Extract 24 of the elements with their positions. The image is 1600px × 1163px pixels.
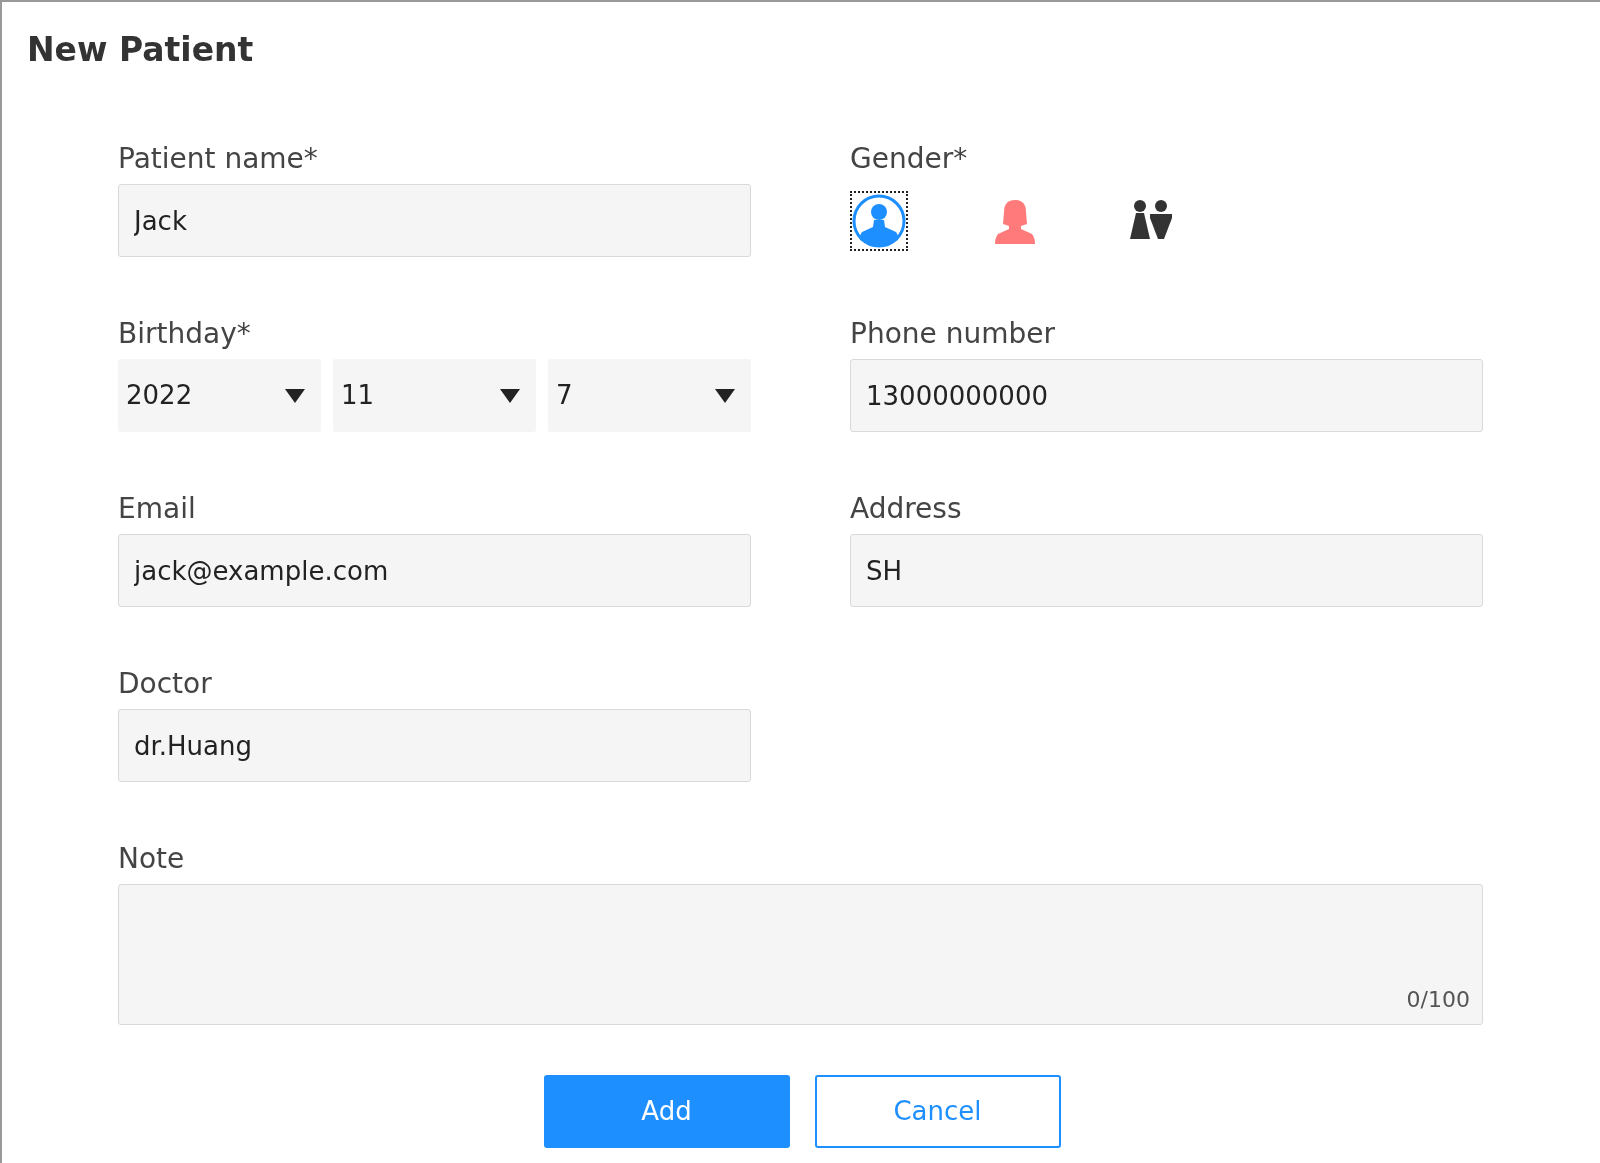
field-label: Email (118, 492, 197, 526)
field-label: Note (118, 842, 186, 876)
male-avatar-icon (852, 193, 906, 248)
text-field[interactable]: dr.Huang (118, 709, 751, 782)
text-field[interactable]: 13000000000 (850, 359, 1483, 432)
field-label: Patient name* (118, 142, 319, 176)
gender-option[interactable] (850, 190, 908, 251)
caret-icon (715, 388, 735, 403)
text-field[interactable]: SH (850, 534, 1483, 607)
note-textarea[interactable]: 0/100 (118, 884, 1483, 1025)
dropdown-select[interactable]: 11 (333, 359, 536, 432)
caret-icon (500, 388, 520, 403)
dialog-title: New Patient (27, 29, 255, 71)
dropdown-select[interactable]: 2022 (118, 359, 321, 432)
field-label: Gender* (850, 142, 969, 176)
dropdown-select[interactable]: 7 (548, 359, 751, 432)
field-label: Phone number (850, 317, 1056, 351)
field-label: Address (850, 492, 963, 526)
female-avatar-icon (993, 197, 1037, 244)
field-label: Birthday* (118, 317, 252, 351)
character-counter: 0/100 (1406, 986, 1470, 1014)
text-field[interactable]: jack@example.com (118, 534, 751, 607)
caret-icon (285, 388, 305, 403)
field-label: Doctor (118, 667, 213, 701)
